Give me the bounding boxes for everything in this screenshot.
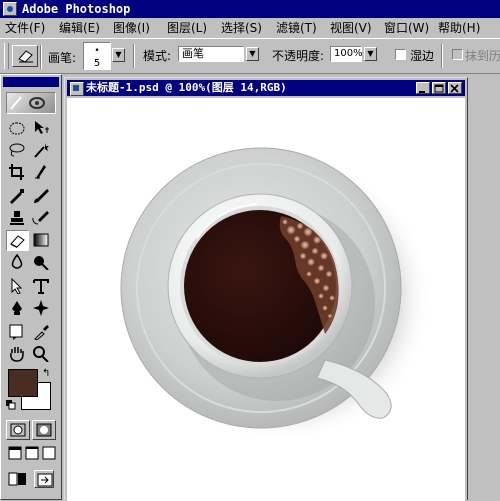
path-selection-tool-icon[interactable] (6, 276, 29, 297)
full-screen-menu-mode-icon[interactable] (23, 444, 39, 462)
options-separator (40, 45, 42, 69)
magic-wand-tool-icon[interactable] (30, 140, 53, 161)
menu-layer[interactable]: 图层(L) (167, 21, 207, 35)
brush-tool-icon[interactable] (30, 186, 53, 207)
shape-tool-icon[interactable] (30, 298, 53, 319)
mode-select[interactable]: 画笔 (178, 46, 244, 62)
imageready-icon[interactable] (6, 470, 30, 488)
menu-bar: 文件(F) 编辑(E) 图像(I) 图层(L) 选择(S) 滤镜(T) 视图(V… (0, 18, 500, 38)
opacity-input[interactable]: 100% (330, 46, 363, 62)
menu-file[interactable]: 文件(F) (5, 21, 45, 35)
menu-image[interactable]: 图像(I) (113, 21, 150, 35)
healing-brush-tool-icon[interactable] (6, 186, 29, 207)
document-title: 未标题-1.psd @ 100%(图层 14,RGB) (86, 81, 287, 94)
history-brush-tool-icon[interactable] (30, 208, 53, 229)
brush-preview[interactable]: • 5 (83, 42, 111, 70)
options-separator (133, 44, 135, 68)
eraser-tool-icon[interactable] (6, 230, 29, 251)
slice-tool-icon[interactable] (30, 162, 53, 183)
wet-edges-checkbox[interactable] (395, 49, 406, 60)
opacity-dropdown-button[interactable]: ▼ (364, 47, 377, 61)
brush-dot-icon: • (94, 46, 100, 56)
options-bar-grip[interactable] (4, 43, 9, 69)
adobe-online-icon[interactable] (6, 92, 56, 114)
close-button[interactable] (448, 82, 462, 94)
toolbox-titlebar[interactable] (3, 77, 59, 87)
app-titlebar[interactable]: Adobe Photoshop (0, 0, 500, 18)
menu-view[interactable]: 视图(V) (330, 21, 372, 35)
hand-tool-icon[interactable] (6, 344, 29, 365)
move-tool-icon[interactable] (30, 118, 53, 139)
crop-tool-icon[interactable] (6, 162, 29, 183)
pen-tool-icon[interactable] (6, 298, 29, 319)
brush-size: 5 (93, 58, 101, 69)
notes-tool-icon[interactable] (6, 322, 29, 343)
menu-filter[interactable]: 滤镜(T) (276, 21, 317, 35)
menu-window[interactable]: 窗口(W) (384, 21, 429, 35)
menu-edit[interactable]: 编辑(E) (59, 21, 100, 35)
document-window: 未标题-1.psd @ 100%(图层 14,RGB) (64, 77, 468, 501)
app-title: Adobe Photoshop (22, 2, 131, 16)
zoom-tool-icon[interactable] (30, 344, 53, 365)
brush-dropdown-button[interactable]: ▼ (112, 48, 125, 62)
swap-colors-icon[interactable]: ↰ (42, 368, 54, 380)
brush-label: 画笔: (48, 51, 77, 65)
type-tool-icon[interactable] (30, 276, 53, 297)
gradient-tool-icon[interactable] (30, 230, 53, 251)
marquee-tool-icon[interactable] (6, 118, 29, 139)
jump-to-imageready-icon[interactable] (34, 470, 54, 488)
eyedropper-tool-icon[interactable] (30, 322, 53, 343)
coffee-cup-image (120, 147, 432, 443)
standard-screen-mode-icon[interactable] (6, 444, 22, 462)
photoshop-app-icon[interactable] (3, 2, 17, 16)
menu-help[interactable]: 帮助(H) (438, 21, 480, 35)
options-separator (441, 44, 443, 68)
erase-history-label: 抹到历 (465, 49, 500, 63)
document-canvas[interactable] (67, 98, 465, 501)
maximize-button[interactable] (432, 82, 446, 94)
dodge-tool-icon[interactable] (30, 252, 53, 273)
blur-tool-icon[interactable] (6, 252, 29, 273)
full-screen-mode-icon[interactable] (40, 444, 56, 462)
lasso-tool-icon[interactable] (6, 140, 29, 161)
document-titlebar[interactable]: 未标题-1.psd @ 100%(图层 14,RGB) (67, 80, 465, 96)
default-colors-icon[interactable] (6, 399, 16, 410)
document-icon[interactable] (70, 82, 84, 96)
opacity-label: 不透明度: (272, 49, 325, 63)
erase-history-checkbox[interactable] (452, 49, 463, 60)
standard-mode-button[interactable] (6, 420, 30, 440)
wet-edges-label: 湿边 (410, 49, 435, 63)
quick-mask-mode-button[interactable] (32, 420, 56, 440)
clone-stamp-tool-icon[interactable] (6, 208, 29, 229)
foreground-color-swatch[interactable] (8, 369, 38, 397)
menu-select[interactable]: 选择(S) (221, 21, 262, 35)
eraser-icon[interactable] (12, 45, 38, 67)
mode-dropdown-button[interactable]: ▼ (246, 47, 259, 61)
mode-label: 模式: (143, 49, 172, 63)
minimize-button[interactable] (416, 82, 430, 94)
